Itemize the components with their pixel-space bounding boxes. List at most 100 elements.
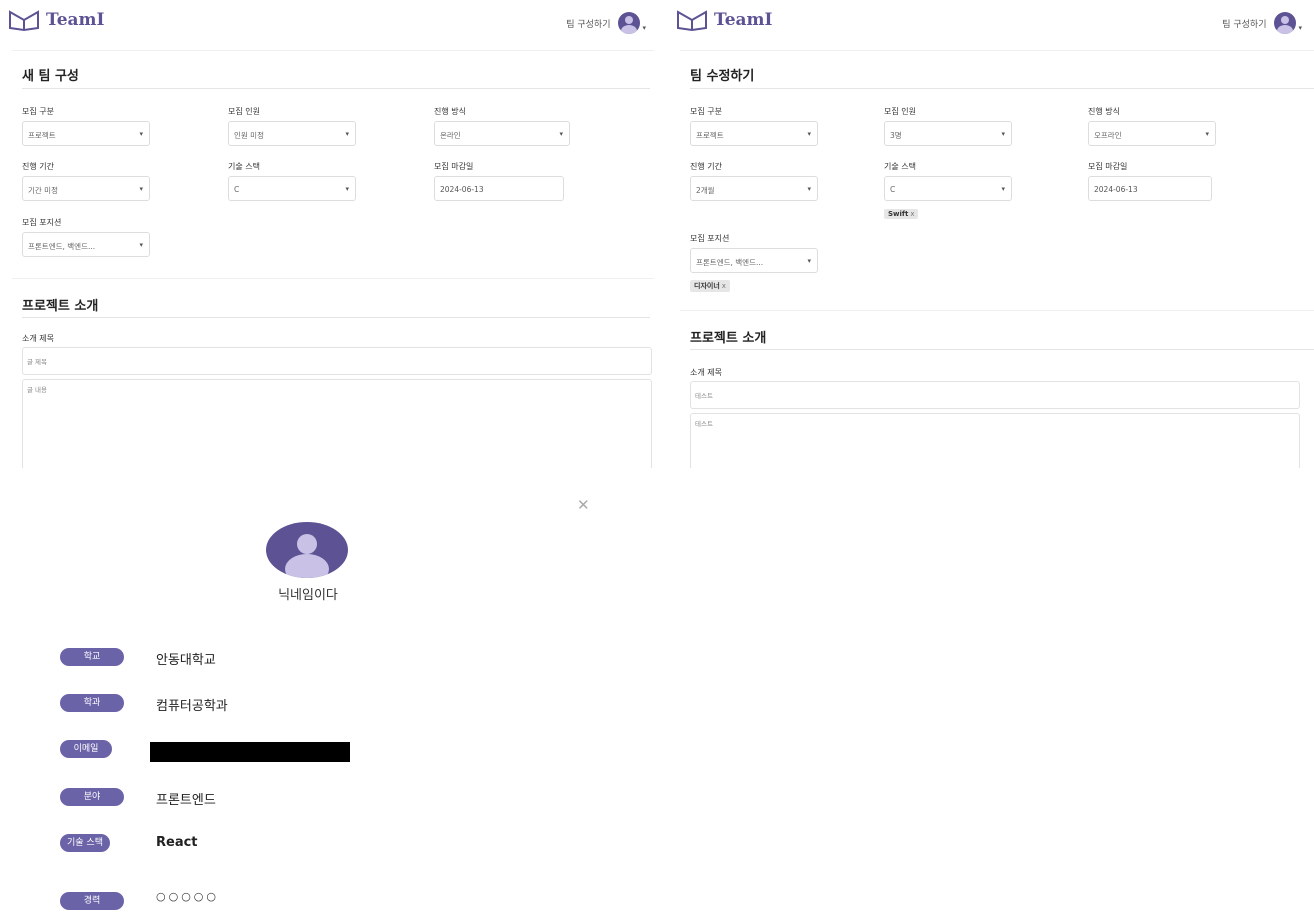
recruit-type-select[interactable]: 프로젝트 ▾ (22, 121, 150, 146)
chevron-down-icon: ▾ (807, 185, 811, 193)
chevron-down-icon: ▾ (1001, 185, 1005, 193)
team-info-card: 팀 수정하기 모집 구분 프로젝트 ▾ 모집 인원 3명 ▾ 진행 방식 오프라인 ▾… (680, 50, 1314, 294)
app-header: TeamI 팀 구성하기 ▾ (4, 0, 654, 46)
divider (690, 349, 1314, 350)
team-info-card: 새 팀 구성 모집 구분 프로젝트 ▾ 모집 인원 인원 미정 ▾ 진행 방식 온라… (12, 50, 654, 262)
divider (22, 88, 650, 89)
field-recruit-type: 모집 구분 프로젝트 ▾ (22, 106, 150, 146)
divider (690, 88, 1314, 89)
profile-nickname: 닉네임이다 (278, 588, 338, 603)
field-label: 기술 스택 (228, 162, 260, 171)
create-team-link[interactable]: 팀 구성하기 (566, 17, 610, 30)
field-label: 기술 스택 (884, 162, 916, 171)
edit-team-panel: TeamI 팀 구성하기 ▾ 팀 수정하기 모집 구분 프로젝트 ▾ 모집 인원 … (672, 0, 1314, 468)
position-select[interactable]: 프론트엔드, 백엔드... ▾ (690, 248, 818, 273)
chevron-down-icon: ▾ (345, 130, 349, 138)
field-tech-stack: 기술 스택 C ▾ (228, 161, 356, 201)
major-value: 컴퓨터공학과 (156, 699, 228, 714)
field-position: 모집 포지션 프론트엔드, 백엔드... ▾ 디자이너 x (690, 233, 818, 292)
field-duration: 진행 기간 2개월 ▾ (690, 161, 818, 201)
divider (22, 317, 650, 318)
field-recruit-type: 모집 구분 프로젝트 ▾ (690, 106, 818, 146)
headcount-select[interactable]: 인원 미정 ▾ (228, 121, 356, 146)
book-logo-icon (9, 10, 39, 32)
remove-chip-icon[interactable]: x (910, 210, 914, 218)
label-pill: 이메일 (60, 740, 112, 758)
chevron-down-icon: ▾ (807, 257, 811, 265)
duration-select[interactable]: 2개월 ▾ (690, 176, 818, 201)
create-team-panel: TeamI 팀 구성하기 ▾ 새 팀 구성 모집 구분 프로젝트 ▾ 모집 인원 … (4, 0, 654, 468)
brand-name: TeamI (46, 10, 105, 30)
field-label: 모집 포지션 (690, 234, 730, 243)
chevron-down-icon[interactable]: ▾ (642, 24, 646, 32)
field-label: 모집 인원 (884, 107, 916, 116)
app-header: TeamI 팀 구성하기 ▾ (672, 0, 1314, 46)
tech-value: React (156, 835, 198, 850)
field-label: 진행 기간 (22, 162, 54, 171)
section-title: 프로젝트 소개 (690, 331, 767, 346)
deadline-input[interactable]: 2024-06-13 (1088, 176, 1212, 201)
recruit-type-select[interactable]: 프로젝트 ▾ (690, 121, 818, 146)
create-team-link[interactable]: 팀 구성하기 (1222, 17, 1266, 30)
mode-select[interactable]: 오프라인 ▾ (1088, 121, 1216, 146)
field-deadline: 모집 마감일 2024-06-13 (1088, 161, 1216, 201)
field-value: 프론트엔드 (156, 793, 216, 808)
field-label: 모집 마감일 (434, 162, 474, 171)
position-select[interactable]: 프론트엔드, 백엔드... ▾ (22, 232, 150, 257)
duration-select[interactable]: 기간 미정 ▾ (22, 176, 150, 201)
form-title: 새 팀 구성 (22, 69, 79, 84)
field-deadline: 모집 마감일 2024-06-13 (434, 161, 564, 201)
redacted-email (150, 742, 350, 762)
brand-logo[interactable]: TeamI (8, 8, 104, 32)
headcount-select[interactable]: 3명 ▾ (884, 121, 1012, 146)
field-duration: 진행 기간 기간 미정 ▾ (22, 161, 150, 201)
label-pill: 경력 (60, 892, 124, 910)
label-pill: 기술 스택 (60, 834, 110, 852)
chevron-down-icon: ▾ (1205, 130, 1209, 138)
field-headcount: 모집 인원 3명 ▾ (884, 106, 1012, 146)
form-title: 팀 수정하기 (690, 69, 755, 84)
field-mode: 진행 방식 온라인 ▾ (434, 106, 570, 146)
user-avatar-icon[interactable] (1274, 12, 1297, 34)
label-pill: 학교 (60, 648, 124, 666)
chevron-down-icon[interactable]: ▾ (1298, 24, 1302, 32)
close-icon[interactable]: ✕ (577, 498, 590, 513)
field-position: 모집 포지션 프론트엔드, 백엔드... ▾ (22, 217, 150, 257)
field-label: 모집 구분 (22, 107, 54, 116)
field-label: 모집 포지션 (22, 218, 62, 227)
tech-stack-select[interactable]: C ▾ (884, 176, 1012, 201)
brand-name: TeamI (714, 10, 773, 30)
subject-input[interactable]: 테스트 (690, 381, 1300, 409)
field-label: 진행 방식 (434, 107, 466, 116)
subject-input[interactable]: 글 제목 (22, 347, 652, 375)
remove-chip-icon[interactable]: x (722, 282, 726, 290)
school-value: 안동대학교 (156, 653, 216, 668)
section-title: 프로젝트 소개 (22, 299, 99, 314)
chevron-down-icon: ▾ (345, 185, 349, 193)
position-chip: 디자이너 x (690, 280, 730, 292)
chevron-down-icon: ▾ (807, 130, 811, 138)
deadline-input[interactable]: 2024-06-13 (434, 176, 564, 201)
field-label: 모집 마감일 (1088, 162, 1128, 171)
chevron-down-icon: ▾ (139, 241, 143, 249)
tech-chip: Swift x (884, 209, 919, 219)
user-avatar-icon[interactable] (618, 12, 641, 34)
tech-stack-select[interactable]: C ▾ (228, 176, 356, 201)
field-tech-stack: 기술 스택 C ▾ Swift x (884, 161, 1012, 220)
chevron-down-icon: ▾ (139, 130, 143, 138)
body-textarea[interactable]: 글 내용 (22, 379, 652, 468)
project-intro-card: 프로젝트 소개 소개 제목 테스트 테스트 (680, 310, 1314, 468)
subject-label: 소개 제목 (690, 368, 722, 377)
book-logo-icon (677, 10, 707, 32)
body-textarea[interactable]: 테스트 (690, 413, 1300, 468)
career-rating: ○○○○○ (156, 890, 219, 903)
field-label: 진행 기간 (690, 162, 722, 171)
field-mode: 진행 방식 오프라인 ▾ (1088, 106, 1216, 146)
project-intro-card: 프로젝트 소개 소개 제목 글 제목 글 내용 (12, 278, 654, 468)
field-headcount: 모집 인원 인원 미정 ▾ (228, 106, 356, 146)
profile-avatar (266, 522, 348, 578)
field-label: 진행 방식 (1088, 107, 1120, 116)
brand-logo[interactable]: TeamI (676, 8, 772, 32)
mode-select[interactable]: 온라인 ▾ (434, 121, 570, 146)
chevron-down-icon: ▾ (139, 185, 143, 193)
